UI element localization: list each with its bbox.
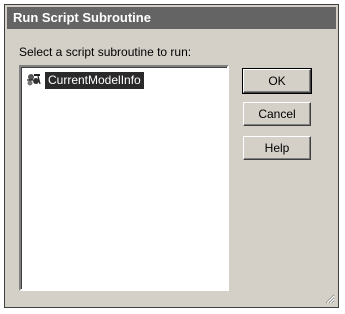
help-button[interactable]: Help [243,136,311,160]
title-bar[interactable]: Run Script Subroutine [7,7,336,29]
list-item[interactable]: CurrentModelInfo [25,71,144,89]
script-subroutine-icon [25,72,43,88]
list-item-label: CurrentModelInfo [45,71,144,89]
ok-button[interactable]: OK [242,68,312,94]
run-script-subroutine-dialog: Run Script Subroutine Select a script su… [4,4,339,308]
resize-grip-icon[interactable] [323,292,335,304]
cancel-button[interactable]: Cancel [243,102,311,126]
dialog-title: Run Script Subroutine [13,10,151,25]
subroutine-listbox[interactable]: CurrentModelInfo [19,65,229,291]
prompt-label: Select a script subroutine to run: [19,45,192,59]
